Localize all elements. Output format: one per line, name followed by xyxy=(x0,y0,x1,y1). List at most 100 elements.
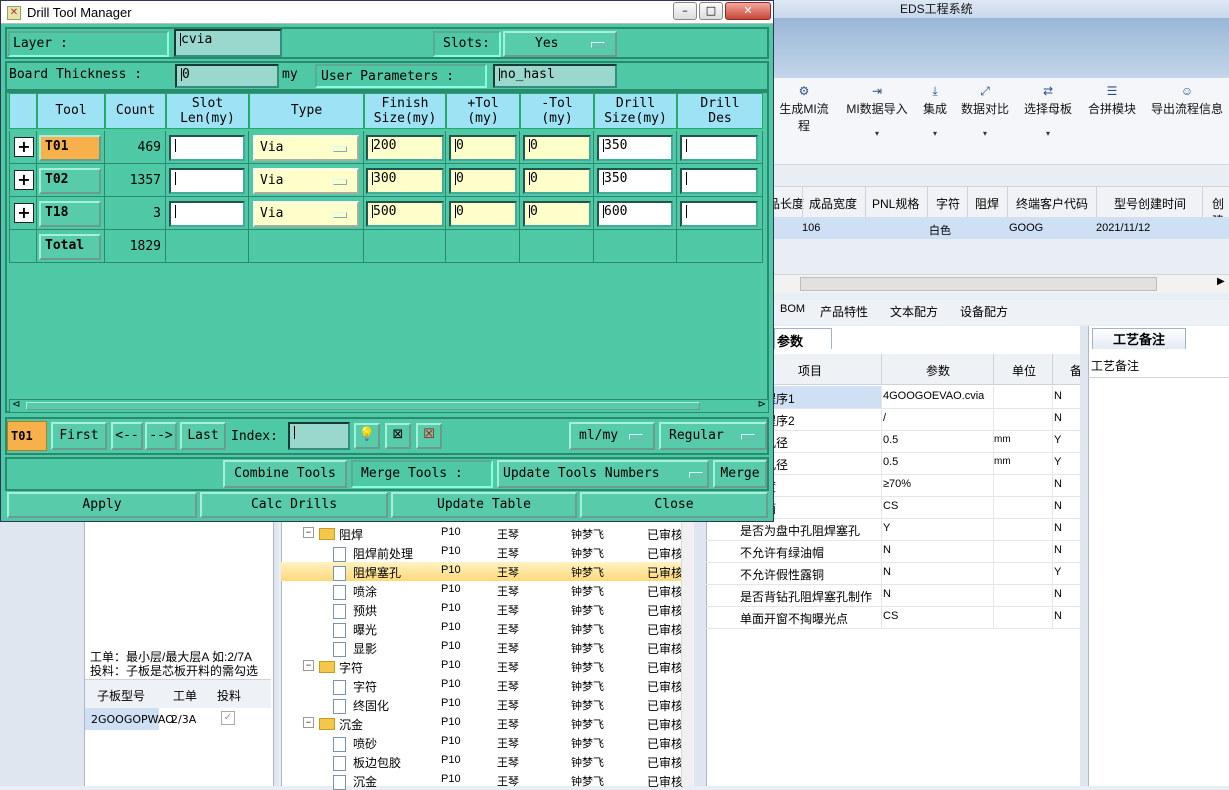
param-row[interactable]: 不允许假性露铜 N Y xyxy=(706,562,1080,585)
toolbar-integrate[interactable]: ⤓ 集成 ▾ xyxy=(918,84,952,138)
sub-board-row[interactable]: 2GOOGOPWAO 2/3A ✓ xyxy=(85,708,271,730)
next-button[interactable]: --> xyxy=(145,422,177,450)
expand-icon[interactable]: + xyxy=(14,170,34,190)
tab-product-features[interactable]: 产品特性 xyxy=(820,303,868,320)
tree-node[interactable]: 板边包胶 P10 王琴 钟梦飞 已审核 xyxy=(281,752,683,771)
drill-size-field[interactable]: 600 xyxy=(597,201,673,227)
apply-button[interactable]: Apply xyxy=(7,492,197,518)
tree-node[interactable]: 阻焊塞孔 P10 王琴 钟梦飞 已审核 xyxy=(281,562,683,581)
expand-icon[interactable]: + xyxy=(14,203,34,223)
slot-len-field[interactable] xyxy=(169,201,245,227)
grid-scroll-thumb[interactable] xyxy=(800,277,1157,291)
tree-node[interactable]: − 沉金 P10 王琴 钟梦飞 已审核 xyxy=(281,714,683,733)
toolbar-data-compare[interactable]: ⤢ 数据对比 ▾ xyxy=(960,84,1010,138)
drill-des-field[interactable] xyxy=(680,201,758,227)
type-dropdown[interactable]: Via xyxy=(253,135,359,161)
layer-field[interactable]: cvia xyxy=(174,29,282,57)
param-row[interactable]: 不允许有绿油帽 N N xyxy=(706,540,1080,563)
finish-size-field[interactable]: 500 xyxy=(366,201,444,227)
tree-node[interactable]: 喷砂 P10 王琴 钟梦飞 已审核 xyxy=(281,733,683,752)
param-row[interactable]: 是否背钻孔阻焊塞孔制作 N N xyxy=(706,584,1080,607)
finish-size-field[interactable]: 300 xyxy=(366,168,444,194)
close-window-button[interactable]: ✕ xyxy=(725,2,771,20)
tab-equipment-recipe[interactable]: 设备配方 xyxy=(960,303,1008,320)
minus-tol-field[interactable]: 0 xyxy=(523,201,591,227)
splitter-right[interactable] xyxy=(1080,326,1088,786)
tree-node[interactable]: 曝光 P10 王琴 钟梦飞 已审核 xyxy=(281,619,683,638)
last-button[interactable]: Last xyxy=(180,422,226,450)
plus-tol-field[interactable]: 0 xyxy=(449,168,517,194)
tool-button[interactable]: T01 xyxy=(39,135,101,161)
tool-button[interactable]: T18 xyxy=(39,201,101,227)
units-dropdown[interactable]: ml/my xyxy=(569,422,655,450)
scroll-right-icon[interactable]: ⊳ xyxy=(758,399,766,410)
tree-node[interactable]: 显影 P10 王琴 钟梦飞 已审核 xyxy=(281,638,683,657)
tree-node[interactable]: 终固化 P10 王琴 钟梦飞 已审核 xyxy=(281,695,683,714)
toolbar-select-motherboard[interactable]: ⇄ 选择母板 ▾ xyxy=(1022,84,1074,138)
index-field[interactable] xyxy=(288,422,350,450)
toolbar-generate-mi-flow[interactable]: ⚙ 生成MI流程 xyxy=(774,84,834,134)
toolbar-mi-import[interactable]: ⇥ MI数据导入 ▾ xyxy=(844,84,910,138)
collapse-icon[interactable]: − xyxy=(303,717,314,728)
tab-text-recipe[interactable]: 文本配方 xyxy=(890,303,938,320)
user-params-field[interactable]: no_hasl xyxy=(493,64,617,88)
tool-button[interactable]: T02 xyxy=(39,168,101,194)
grid-row[interactable]: 106 白色 GOOG 2021/11/12 xyxy=(774,217,1229,239)
merge-mode-dropdown[interactable]: Update Tools Numbers xyxy=(497,460,709,488)
dialog-titlebar[interactable]: ✕ Drill Tool Manager – □ ✕ xyxy=(1,1,773,24)
collapse-icon[interactable]: − xyxy=(303,660,314,671)
tree-node[interactable]: 沉金 P10 王琴 钟梦飞 已审核 xyxy=(281,771,683,790)
first-button[interactable]: First xyxy=(51,422,107,450)
tab-process-notes[interactable]: 工艺备注 xyxy=(1092,328,1186,349)
expand-icon[interactable]: + xyxy=(14,137,34,157)
minus-tol-field[interactable]: 0 xyxy=(523,135,591,161)
tab-params[interactable]: 参数 xyxy=(774,328,832,349)
scroll-right-icon[interactable]: ▶ xyxy=(1217,276,1225,287)
maximize-button[interactable]: □ xyxy=(699,2,723,20)
table-scroll-thumb[interactable] xyxy=(26,402,700,410)
drill-size-field[interactable]: 350 xyxy=(597,135,673,161)
update-table-button[interactable]: Update Table xyxy=(391,492,577,518)
tab-bom[interactable]: BOM xyxy=(780,303,805,315)
slot-len-field[interactable] xyxy=(169,135,245,161)
collapse-icon[interactable]: − xyxy=(303,527,314,538)
tree-node[interactable]: 预烘 P10 王琴 钟梦飞 已审核 xyxy=(281,600,683,619)
calc-drills-button[interactable]: Calc Drills xyxy=(200,492,388,518)
minimize-button[interactable]: – xyxy=(673,2,697,20)
grid-icon[interactable]: ⊠ xyxy=(385,423,411,449)
mode-dropdown[interactable]: Regular xyxy=(659,422,767,450)
tree-node[interactable]: 字符 P10 王琴 钟梦飞 已审核 xyxy=(281,676,683,695)
feed-note: 投料：子板是芯板开料的需勾选 xyxy=(90,664,259,678)
combine-tools-button[interactable]: Combine Tools xyxy=(223,460,347,488)
board-thickness-field[interactable]: 0 xyxy=(175,64,279,88)
column-header: Slot Len(my) xyxy=(166,93,249,129)
prev-button[interactable]: <-- xyxy=(111,422,143,450)
scroll-left-icon[interactable]: ⊲ xyxy=(12,399,20,410)
finish-size-field[interactable]: 200 xyxy=(366,135,444,161)
drill-size-field[interactable]: 350 xyxy=(597,168,673,194)
toolbar-merge-module[interactable]: ☰ 合拼模块 xyxy=(1086,84,1138,117)
type-dropdown[interactable]: Via xyxy=(253,168,359,194)
param-row[interactable]: 单面开窗不掏曝光点 CS N xyxy=(706,606,1080,629)
toolbar-export-flow-info[interactable]: ☺ 导出流程信息 xyxy=(1148,84,1226,117)
tree-node[interactable]: − 字符 P10 王琴 钟梦飞 已审核 xyxy=(281,657,683,676)
tree-node[interactable]: 阻焊前处理 P10 王琴 钟梦飞 已审核 xyxy=(281,543,683,562)
minus-tol-field[interactable]: 0 xyxy=(523,168,591,194)
delete-icon[interactable]: ☒ xyxy=(416,423,442,449)
feed-checkbox[interactable]: ✓ xyxy=(221,711,235,725)
table-horizontal-scrollbar[interactable]: ⊲ ⊳ xyxy=(9,399,769,413)
tree-node[interactable]: 喷涂 P10 王琴 钟梦飞 已审核 xyxy=(281,581,683,600)
tree-node[interactable]: − 阻焊 P10 王琴 钟梦飞 已审核 xyxy=(281,524,683,543)
merge-button[interactable]: Merge xyxy=(713,460,767,488)
slots-dropdown[interactable]: Yes xyxy=(503,31,617,57)
close-button[interactable]: Close xyxy=(580,492,768,518)
plus-tol-field[interactable]: 0 xyxy=(449,135,517,161)
column-header: Tool xyxy=(37,93,105,129)
drill-des-field[interactable] xyxy=(680,168,758,194)
tree-scrollbar[interactable] xyxy=(681,520,694,786)
plus-tol-field[interactable]: 0 xyxy=(449,201,517,227)
bulb-icon[interactable]: 💡 xyxy=(354,423,380,449)
type-dropdown[interactable]: Via xyxy=(253,201,359,227)
drill-des-field[interactable] xyxy=(680,135,758,161)
slot-len-field[interactable] xyxy=(169,168,245,194)
